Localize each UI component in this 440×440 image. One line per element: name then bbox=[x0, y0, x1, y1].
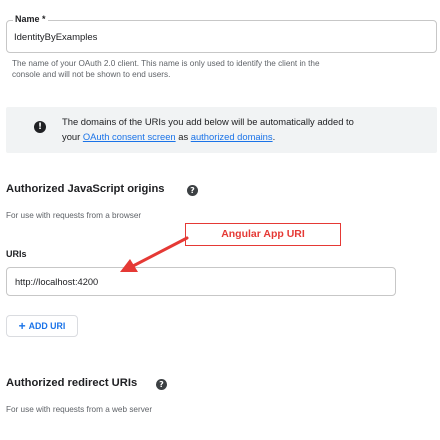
info-icon: ! bbox=[34, 121, 46, 133]
info-banner-suffix: . bbox=[272, 131, 276, 142]
redirect-uris-subtitle: For use with requests from a web server bbox=[6, 405, 153, 414]
angular-app-uri-callout: Angular App URI bbox=[185, 223, 341, 246]
name-field[interactable]: Name * IdentityByExamples bbox=[6, 13, 437, 53]
info-banner-line-1: The domains of the URIs you add below wi… bbox=[62, 116, 354, 127]
name-field-label: Name * bbox=[13, 13, 48, 25]
uris-label: URIs bbox=[6, 249, 27, 259]
oauth-consent-screen-link[interactable]: OAuth consent screen bbox=[83, 131, 176, 142]
info-banner-middle: as bbox=[178, 131, 189, 142]
add-uri-label: ADD URI bbox=[28, 321, 66, 331]
js-origin-uri-value[interactable]: http://localhost:4200 bbox=[15, 277, 98, 287]
name-hint-line-2: console and will not be shown to end use… bbox=[12, 70, 171, 79]
info-banner-text: The domains of the URIs you add below wi… bbox=[62, 114, 430, 144]
info-banner-line-2: your OAuth consent screen as authorized … bbox=[62, 129, 430, 144]
js-origins-subtitle: For use with requests from a browser bbox=[6, 211, 142, 220]
js-origin-uri-input[interactable]: http://localhost:4200 bbox=[6, 267, 396, 296]
redirect-uris-title: Authorized redirect URIs bbox=[6, 377, 138, 389]
authorized-domains-link[interactable]: authorized domains bbox=[191, 131, 273, 142]
info-banner: ! The domains of the URIs you add below … bbox=[6, 107, 437, 153]
name-field-value[interactable]: IdentityByExamples bbox=[14, 32, 97, 43]
plus-icon: + bbox=[18, 319, 26, 333]
info-banner-prefix: your bbox=[62, 131, 81, 142]
js-origins-title: Authorized JavaScript origins bbox=[6, 183, 165, 195]
add-uri-button[interactable]: + ADD URI bbox=[6, 315, 78, 337]
name-hint-line-1: The name of your OAuth 2.0 client. This … bbox=[12, 59, 320, 68]
redirect-uris-help-icon[interactable]: ? bbox=[156, 379, 167, 390]
js-origins-help-icon[interactable]: ? bbox=[187, 185, 198, 196]
callout-arrow-line bbox=[131, 236, 189, 268]
